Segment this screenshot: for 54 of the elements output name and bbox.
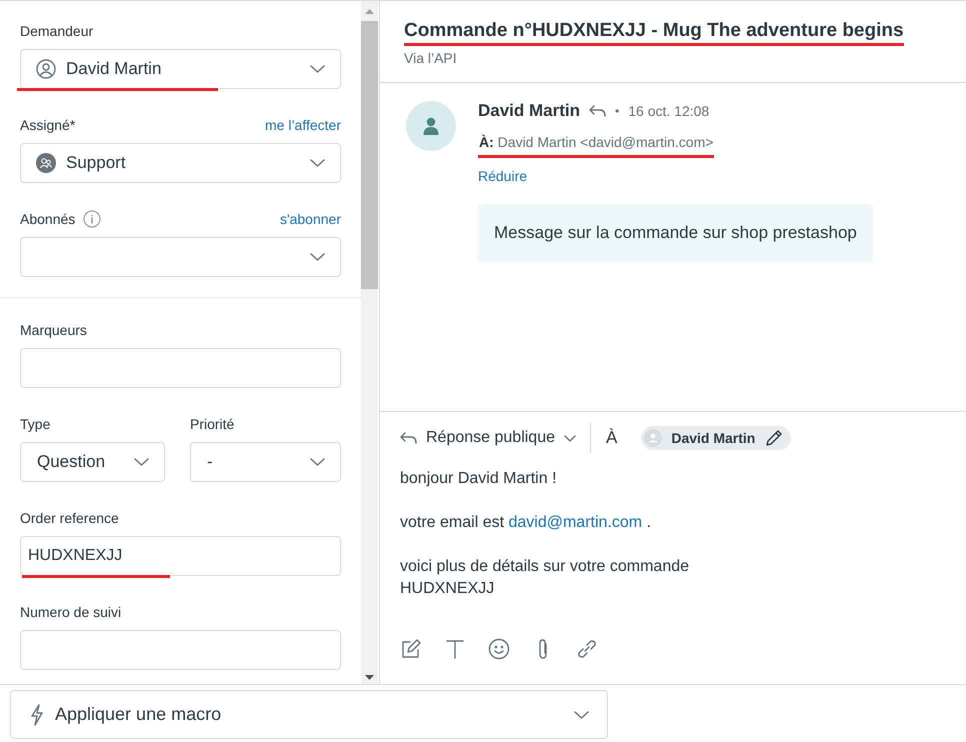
channel-label: Via l’API xyxy=(404,49,458,68)
sender-name: David Martin xyxy=(478,100,580,122)
field-label: Marqueurs xyxy=(20,320,87,340)
chevron-down-icon xyxy=(134,458,149,466)
field-label: Type xyxy=(20,414,50,434)
reply-mode-dropdown[interactable]: Réponse publique xyxy=(400,426,590,450)
timestamp: 16 oct. 12:08 xyxy=(628,102,710,120)
email-link[interactable]: david@martin.com xyxy=(508,514,642,531)
recipient-chip[interactable]: David Martin xyxy=(641,426,792,450)
chevron-down-icon xyxy=(574,710,589,718)
field-label: Demandeur xyxy=(20,22,94,40)
input-field[interactable] xyxy=(20,348,341,388)
link[interactable]: s'abonner xyxy=(280,208,341,230)
chevron-down-icon xyxy=(310,159,325,167)
paragraph: bonjour David Martin ! xyxy=(400,469,558,489)
recipient-line: À: David Martin <david@martin.com> xyxy=(478,132,714,158)
dropdown[interactable]: David Martin xyxy=(20,49,341,89)
dropdown[interactable]: Support xyxy=(20,143,341,183)
field-label: Priorité xyxy=(190,414,234,434)
pencil-icon xyxy=(765,429,784,447)
link[interactable]: me l’affecter xyxy=(265,114,341,136)
paragraph: voici plus de détails sur votre commande xyxy=(400,557,690,577)
reply-icon xyxy=(400,432,417,444)
group-icon xyxy=(36,153,56,173)
field-label: Abonnés xyxy=(20,210,76,228)
ticket-title: Commande n°HUDXNEXJJ - Mug The adventure begins xyxy=(404,19,904,46)
lightning-icon xyxy=(29,704,45,726)
chevron-down-icon xyxy=(564,434,576,442)
chevron-down-icon xyxy=(310,458,325,466)
compose-icon[interactable] xyxy=(400,638,422,660)
collapse-link[interactable]: Réduire xyxy=(478,166,528,187)
input-field[interactable] xyxy=(20,630,341,670)
person-icon xyxy=(36,59,56,79)
person-icon xyxy=(423,117,439,135)
to-label: À xyxy=(606,427,618,450)
field-label: Assigné* xyxy=(20,116,76,135)
person-icon xyxy=(644,429,662,447)
paragraph: HUDXNEXJJ xyxy=(400,579,496,599)
separator-dot: • xyxy=(615,103,620,120)
reply-icon xyxy=(589,105,606,117)
macro-button[interactable]: Appliquer une macro xyxy=(10,690,608,739)
dropdown[interactable]: Question xyxy=(20,442,165,482)
link-icon[interactable] xyxy=(576,638,598,660)
chevron-down-icon xyxy=(310,253,325,261)
input-field[interactable]: HUDXNEXJJ xyxy=(20,536,341,576)
chevron-down-icon xyxy=(310,65,325,73)
field-label: Numero de suivi xyxy=(20,602,122,622)
scroll-down-icon[interactable] xyxy=(365,674,374,680)
text-format-icon[interactable] xyxy=(444,638,466,660)
message-body: Message sur la commande sur shop prestashop xyxy=(478,204,873,262)
emoji-icon[interactable] xyxy=(488,638,510,660)
field-label: Order reference xyxy=(20,508,119,528)
paragraph: votre email est david@martin.com . xyxy=(400,513,652,533)
dropdown[interactable]: - xyxy=(190,442,341,482)
